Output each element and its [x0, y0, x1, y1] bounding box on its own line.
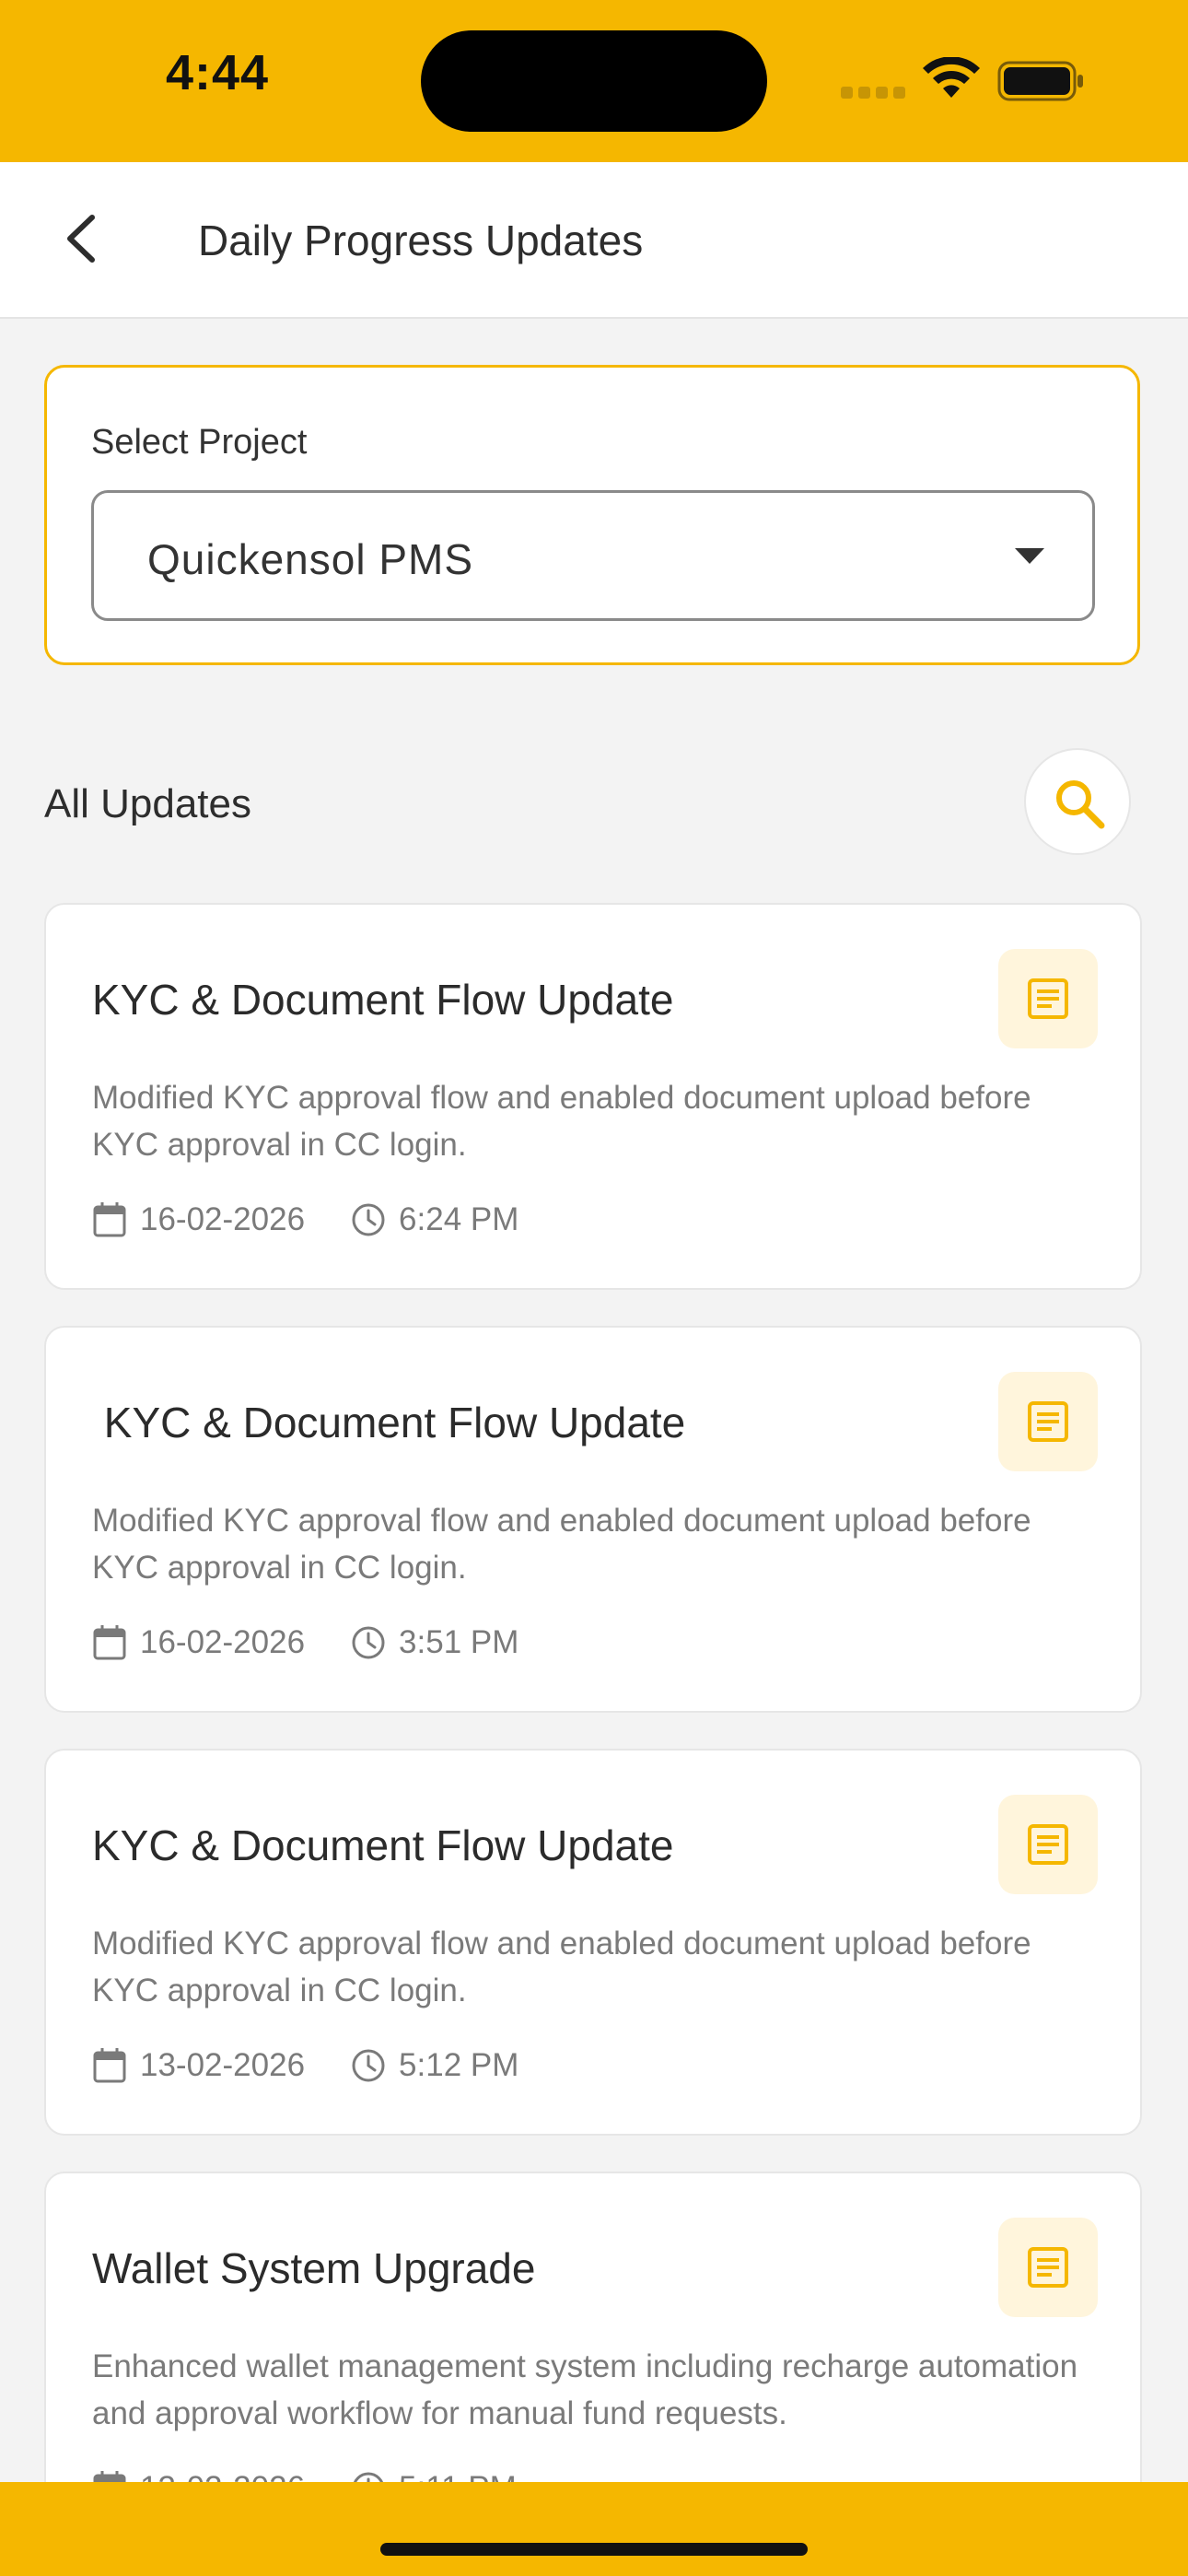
update-description: Modified KYC approval flow and enabled d…	[92, 1503, 1031, 1586]
document-icon	[1028, 978, 1068, 1019]
update-title: KYC & Document Flow Update	[92, 1821, 674, 1869]
search-button[interactable]	[1024, 748, 1131, 855]
battery-icon	[997, 61, 1083, 101]
project-selector-card: Select Project Quickensol PMS	[44, 365, 1140, 665]
update-document-button[interactable]	[998, 949, 1098, 1048]
status-bar: 4:44	[0, 0, 1188, 162]
all-updates-heading: All Updates	[44, 781, 252, 826]
update-document-button[interactable]	[998, 1795, 1098, 1894]
update-document-button[interactable]	[998, 1372, 1098, 1471]
caret-down-icon	[1015, 548, 1044, 564]
update-meta: 16-02-2026 6:24 PM	[92, 1201, 518, 1238]
update-card[interactable]: KYC & Document Flow Update Modified KYC …	[44, 903, 1142, 1290]
update-title: KYC & Document Flow Update	[92, 1399, 686, 1446]
document-icon	[1028, 1401, 1068, 1442]
update-title: Wallet System Upgrade	[92, 2244, 536, 2292]
update-title: KYC & Document Flow Update	[92, 976, 674, 1024]
update-card[interactable]: KYC & Document Flow Update Modified KYC …	[44, 1326, 1142, 1713]
update-meta: 13-02-2026 5:12 PM	[92, 2047, 518, 2084]
update-time: 6:24 PM	[399, 1201, 519, 1237]
update-description: Modified KYC approval flow and enabled d…	[92, 1926, 1031, 2008]
update-date: 16-02-2026	[140, 1201, 306, 1237]
home-indicator[interactable]	[380, 2543, 808, 2556]
update-card[interactable]: KYC & Document Flow Update Modified KYC …	[44, 1749, 1142, 2136]
search-icon	[1056, 780, 1105, 829]
chevron-left-icon	[67, 215, 95, 263]
update-meta: 16-02-2026 3:51 PM	[92, 1624, 518, 1661]
update-description: Modified KYC approval flow and enabled d…	[92, 1080, 1031, 1163]
update-date: 13-02-2026	[140, 2047, 306, 2083]
update-document-button[interactable]	[998, 2218, 1098, 2317]
wifi-icon	[923, 57, 980, 98]
page-title: Daily Progress Updates	[198, 217, 644, 264]
clock-icon	[352, 1626, 385, 1659]
dynamic-island	[421, 30, 767, 132]
select-project-label: Select Project	[91, 423, 308, 462]
calendar-icon	[93, 1202, 126, 1237]
calendar-icon	[93, 2048, 126, 2083]
update-description: Enhanced wallet management system includ…	[92, 2348, 1078, 2431]
update-time: 5:12 PM	[399, 2047, 519, 2083]
clock-icon	[352, 2049, 385, 2082]
bottom-bar	[0, 2482, 1188, 2576]
back-button[interactable]	[52, 206, 116, 271]
update-date: 16-02-2026	[140, 1624, 306, 1660]
calendar-icon	[93, 1625, 126, 1660]
update-time: 3:51 PM	[399, 1624, 519, 1660]
project-dropdown[interactable]: Quickensol PMS	[91, 490, 1095, 621]
document-icon	[1028, 1824, 1068, 1865]
project-dropdown-value: Quickensol PMS	[147, 535, 474, 583]
app-bar: Daily Progress Updates	[0, 162, 1188, 319]
status-time: 4:44	[166, 45, 270, 100]
signal-icon	[841, 87, 905, 99]
document-icon	[1028, 2247, 1068, 2288]
clock-icon	[352, 1203, 385, 1236]
